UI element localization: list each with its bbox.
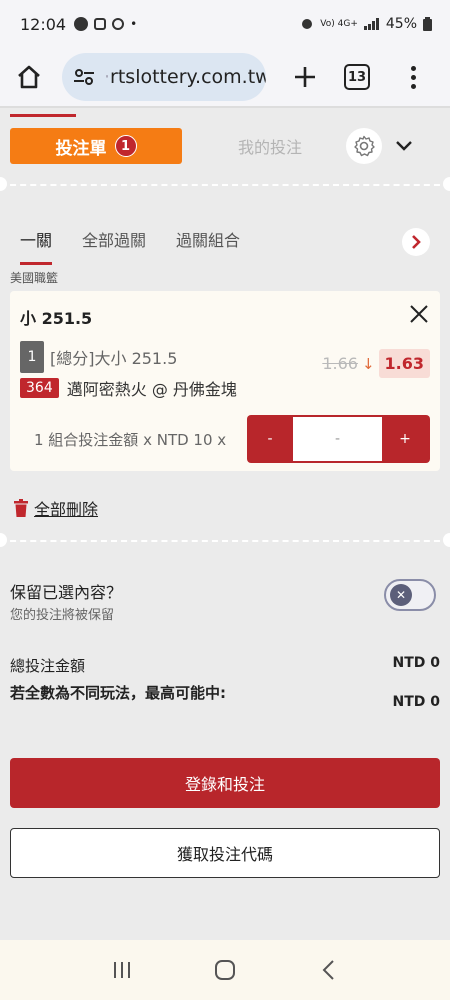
home-icon (18, 65, 40, 89)
notification-icons: • (74, 17, 137, 31)
collapse-button[interactable] (394, 136, 414, 156)
back-icon (322, 960, 335, 980)
tab-all-parlay[interactable]: 全部過關 (82, 227, 146, 257)
top-accent (10, 114, 76, 117)
battery-percent: 45% (385, 16, 417, 32)
recents-icon (113, 962, 130, 978)
leg-number: 1 (20, 341, 44, 373)
keep-selection-title: 保留已選內容？ (10, 583, 123, 602)
battery-icon (423, 17, 432, 31)
top-divider (0, 106, 450, 117)
match-row: 364 邁阿密熱火 @ 丹佛金塊 (20, 376, 237, 400)
menu-dot (410, 83, 416, 89)
url-text: rtslottery.com.tw (110, 66, 266, 88)
line-app-icon (74, 17, 89, 31)
new-tab-button[interactable] (290, 62, 320, 92)
odds-down-arrow-icon: ↓ (361, 354, 375, 373)
max-win-value: NTD 0 (392, 694, 440, 710)
betslip-tab-row: 投注單 1 我的投注 (10, 126, 442, 166)
market-label: [總分]大小 251.5 (50, 349, 178, 368)
status-right: Vo) 4G+ 45% (300, 16, 432, 32)
stake-input[interactable]: - (293, 417, 382, 461)
trash-icon (14, 499, 28, 517)
market-row: 1 [總分]大小 251.5 (20, 341, 177, 373)
selection-title: 小 251.5 (20, 309, 93, 328)
login-and-bet-button[interactable]: 登錄和投注 (10, 758, 440, 808)
ticket-notch (443, 533, 450, 547)
selection-card: 小 251.5 1 [總分]大小 251.5 1.66 ↓ 1.63 364 邁… (10, 291, 440, 471)
odds-display: 1.66 ↓ 1.63 (322, 349, 430, 378)
home-button[interactable] (14, 62, 44, 92)
alarm-icon (302, 19, 313, 29)
betslip-count-badge: 1 (114, 135, 137, 157)
menu-dot (410, 74, 416, 80)
chevron-right-icon (412, 235, 421, 249)
chat-icon (94, 18, 107, 30)
total-stake-label: 總投注金額 (10, 657, 86, 675)
total-stake-value: NTD 0 (392, 655, 440, 671)
keep-selection-toggle[interactable]: ✕ (384, 579, 436, 611)
current-odds: 1.63 (378, 349, 430, 378)
tab-parlay-combo[interactable]: 過關組合 (176, 227, 240, 257)
get-bet-code-button[interactable]: 獲取投注代碼 (10, 828, 440, 878)
location-icon (112, 18, 125, 30)
ticket-notch (0, 177, 7, 191)
keep-selection-subtitle: 您的投注將被保留 (10, 608, 115, 623)
home-nav-button[interactable] (205, 950, 245, 990)
stake-label: 1 組合投注金額 x NTD 10 x (34, 431, 227, 449)
next-tabs-button[interactable] (402, 228, 430, 256)
ticket-notch (443, 177, 450, 191)
event-id-badge: 364 (20, 378, 59, 398)
increase-stake-button[interactable]: + (382, 415, 428, 463)
decrease-stake-button[interactable]: - (247, 415, 293, 463)
remove-selection-button[interactable] (408, 303, 430, 325)
toggle-knob-close-icon: ✕ (390, 584, 412, 606)
settings-button[interactable] (346, 128, 383, 164)
dashed-divider (0, 540, 450, 542)
league-label: 美國職籃 (10, 271, 59, 285)
max-win-label: 若全數為不同玩法，最高可能中: (10, 684, 227, 702)
home-circle-icon (214, 960, 235, 980)
tab-switcher-button[interactable]: 13 (344, 64, 370, 90)
gear-icon (354, 135, 375, 157)
old-odds: 1.66 (322, 354, 358, 373)
address-bar[interactable]: · rtslottery.com.tw (62, 53, 266, 101)
plus-icon (295, 67, 315, 87)
tab-single[interactable]: 一關 (20, 227, 53, 265)
dashed-divider (0, 184, 450, 186)
recent-apps-button[interactable] (102, 950, 142, 990)
ticket-notch (0, 533, 7, 547)
system-nav-bar (0, 940, 450, 1000)
clock: 12:04 (20, 14, 67, 34)
site-settings-icon[interactable] (72, 65, 96, 89)
overflow-menu-button[interactable] (408, 65, 418, 89)
delete-all-button[interactable]: 全部刪除 (14, 496, 98, 520)
match-name: 邁阿密熱火 @ 丹佛金塊 (66, 380, 237, 399)
chevron-down-icon (396, 141, 412, 151)
signal-text: Vo) 4G+ (320, 18, 358, 29)
tab-betslip[interactable]: 投注單 1 (10, 128, 182, 164)
tab-my-bets[interactable]: 我的投注 (238, 134, 302, 158)
dot-icon: • (130, 17, 138, 31)
tab-betslip-label: 投注單 (55, 138, 107, 159)
bet-type-tabs: 一關 全部過關 過關組合 (20, 222, 430, 265)
back-button[interactable] (308, 950, 348, 990)
delete-all-label: 全部刪除 (34, 500, 99, 519)
status-bar: 12:04 • Vo) 4G+ 45% (0, 0, 450, 48)
close-icon (410, 305, 428, 323)
stake-stepper: - - + (247, 415, 430, 463)
browser-toolbar: · rtslottery.com.tw 13 (0, 48, 450, 106)
signal-icon (363, 18, 379, 30)
menu-dot (410, 65, 416, 71)
betslip-page: 投注單 1 我的投注 一關 全部過關 過關組合 美國職籃 小 251.5 1 [… (0, 106, 450, 940)
